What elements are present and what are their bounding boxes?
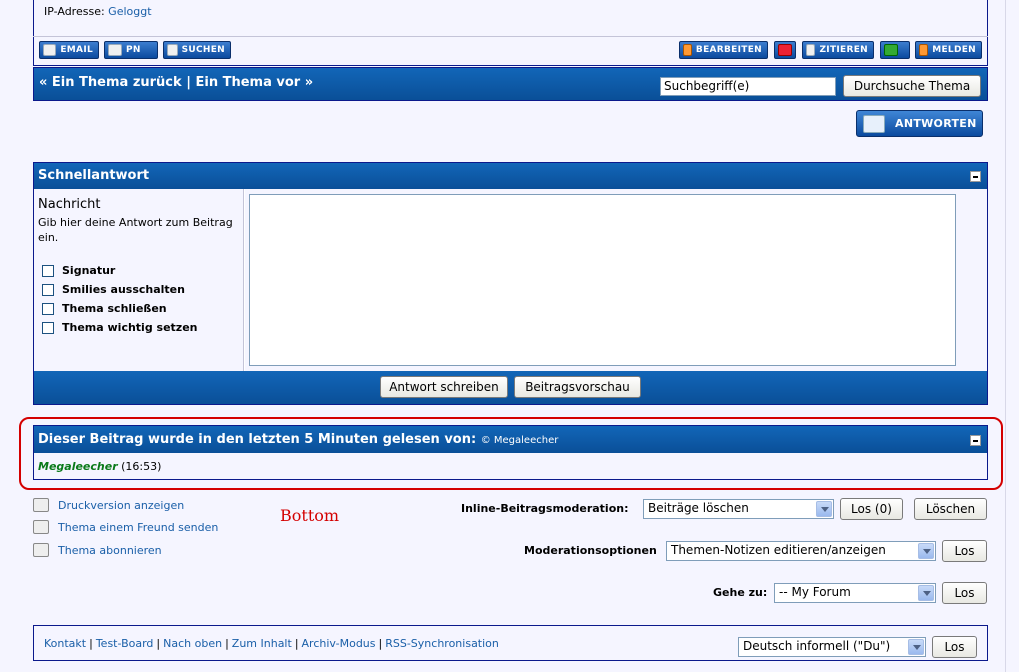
thread-search-input[interactable]: Suchbegriff(e)	[660, 77, 836, 96]
footer-links: Kontakt | Test-Board | Nach oben | Zum Inhalt |…	[44, 637, 499, 650]
reader-time: (16:53)	[121, 460, 162, 473]
previous-thread-link[interactable]: « Ein Thema zurück	[39, 75, 182, 90]
magnifier-icon	[167, 44, 178, 56]
delete-posts-button[interactable]: Löschen	[914, 498, 987, 520]
page: IP-Adresse: Geloggt EMAIL PN SUCHEN BEAR…	[0, 0, 1006, 672]
message-textarea[interactable]	[249, 194, 956, 366]
quote-icon	[806, 44, 816, 56]
delete-button[interactable]	[774, 41, 796, 59]
reader-entry: Megaleecher (16:53)	[38, 460, 161, 473]
submit-reply-button[interactable]: Antwort schreiben	[380, 376, 508, 398]
message-icon	[108, 44, 122, 56]
recent-readers-title: Dieser Beitrag wurde in den letzten 5 Mi…	[38, 432, 477, 447]
multi-quote-button[interactable]	[880, 41, 910, 59]
message-hint: Gib hier deine Antwort zum Beitrag ein.	[38, 216, 233, 244]
quote-button[interactable]: ZITIEREN	[802, 41, 874, 59]
bottom-annotation: Bottom	[280, 506, 340, 525]
tool-send-to-friend[interactable]: Thema einem Freund senden	[33, 520, 218, 534]
report-button[interactable]: MELDEN	[915, 41, 982, 59]
checkbox[interactable]	[42, 283, 54, 296]
reply-icon	[863, 114, 885, 133]
quick-reply-title: Schnellantwort	[38, 168, 150, 183]
collapse-icon[interactable]	[970, 435, 981, 446]
rocket-icon	[919, 44, 929, 56]
chevron-down-icon	[918, 585, 934, 601]
recent-readers-header: Dieser Beitrag wurde in den letzten 5 Mi…	[34, 426, 987, 453]
quick-reply-header: Schnellantwort	[34, 163, 987, 189]
post-button-bar: EMAIL PN SUCHEN BEARBEITEN ZITIEREN MELD…	[33, 36, 988, 66]
quick-reply-panel: Schnellantwort Nachricht Gib hier deine …	[33, 162, 988, 405]
chevron-down-icon	[816, 501, 832, 517]
chevron-down-icon	[908, 639, 924, 655]
quick-reply-editor	[245, 189, 987, 371]
next-thread-link[interactable]: Ein Thema vor »	[195, 75, 313, 90]
envelope-icon	[43, 44, 57, 56]
recent-readers-panel: Dieser Beitrag wurde in den letzten 5 Mi…	[33, 425, 988, 480]
tool-subscribe[interactable]: Thema abonnieren	[33, 543, 162, 557]
footer-link-content[interactable]: Zum Inhalt	[232, 637, 292, 650]
footer-link-archive[interactable]: Archiv-Modus	[302, 637, 376, 650]
footer-link-top[interactable]: Nach oben	[163, 637, 222, 650]
nav-separator: |	[186, 75, 191, 90]
moderation-options-label: Moderationsoptionen	[524, 544, 657, 557]
language-go-button[interactable]: Los	[932, 636, 977, 658]
delete-x-icon	[778, 44, 792, 56]
inline-moderation-label: Inline-Beitragsmoderation:	[461, 502, 629, 515]
moderation-options-go-button[interactable]: Los	[942, 540, 987, 562]
thread-navigation-bar: « Ein Thema zurück | Ein Thema vor » Suc…	[33, 67, 988, 101]
reply-button[interactable]: ANTWORTEN	[856, 110, 983, 137]
checkbox[interactable]	[42, 302, 54, 315]
collapse-icon[interactable]	[970, 171, 981, 182]
ip-value-link[interactable]: Geloggt	[108, 5, 151, 18]
quick-reply-options: Nachricht Gib hier deine Antwort zum Bei…	[34, 189, 244, 371]
inline-moderation-select[interactable]: Beiträge löschen	[643, 499, 834, 519]
subscribe-icon	[33, 543, 49, 557]
language-select[interactable]: Deutsch informell ("Du")	[738, 637, 926, 657]
option-signature[interactable]: Signatur	[42, 264, 115, 277]
inline-moderation-go-button[interactable]: Los (0)	[840, 498, 903, 520]
pm-button[interactable]: PN	[104, 41, 158, 59]
edit-button[interactable]: BEARBEITEN	[679, 41, 768, 59]
plus-icon	[884, 44, 898, 56]
option-close-thread[interactable]: Thema schließen	[42, 302, 167, 315]
tool-print-version[interactable]: Druckversion anzeigen	[33, 498, 184, 512]
credit-text: © Megaleecher	[480, 435, 559, 446]
footer-link-rss[interactable]: RSS-Synchronisation	[385, 637, 499, 650]
ip-label: IP-Adresse:	[44, 5, 105, 18]
option-disable-smilies[interactable]: Smilies ausschalten	[42, 283, 185, 296]
forum-jump-select[interactable]: -- My Forum	[774, 583, 936, 603]
search-thread-button[interactable]: Durchsuche Thema	[843, 75, 981, 97]
pencil-icon	[683, 44, 692, 56]
thread-nav-links: « Ein Thema zurück | Ein Thema vor »	[39, 75, 313, 90]
envelope-icon	[33, 520, 49, 534]
ip-address-line: IP-Adresse: Geloggt	[44, 5, 152, 18]
checkbox[interactable]	[42, 321, 54, 334]
footer-link-contact[interactable]: Kontakt	[44, 637, 86, 650]
checkbox[interactable]	[42, 264, 54, 277]
footer-link-test-board[interactable]: Test-Board	[96, 637, 154, 650]
forum-jump-go-button[interactable]: Los	[942, 582, 987, 604]
page-footer: Kontakt | Test-Board | Nach oben | Zum Inhalt |…	[33, 625, 988, 661]
message-label: Nachricht	[38, 197, 101, 212]
quick-reply-footer: Antwort schreiben Beitragsvorschau	[34, 371, 987, 404]
reader-username-link[interactable]: Megaleecher	[38, 460, 118, 473]
search-user-button[interactable]: SUCHEN	[163, 41, 231, 59]
chevron-down-icon	[918, 543, 934, 559]
jump-to-label: Gehe zu:	[713, 586, 768, 599]
option-sticky-thread[interactable]: Thema wichtig setzen	[42, 321, 198, 334]
preview-button[interactable]: Beitragsvorschau	[514, 376, 641, 398]
moderation-options-select[interactable]: Themen-Notizen editieren/anzeigen	[666, 541, 936, 561]
printer-icon	[33, 498, 49, 512]
email-button[interactable]: EMAIL	[39, 41, 99, 59]
